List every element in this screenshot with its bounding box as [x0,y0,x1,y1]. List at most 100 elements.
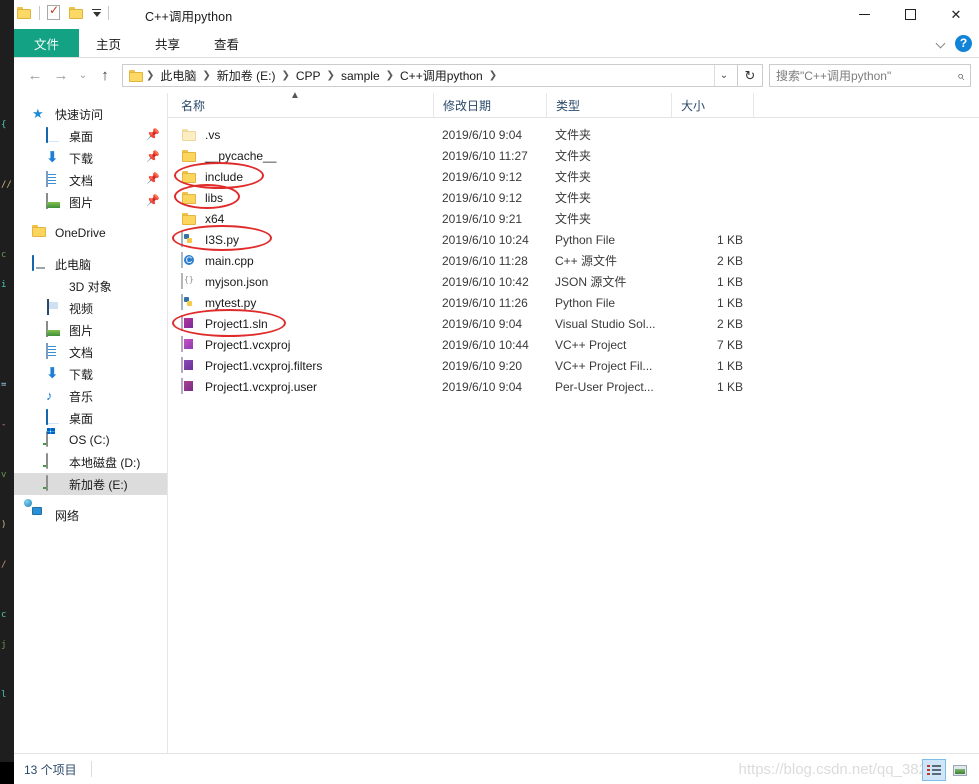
pin-icon[interactable]: 📌 [146,196,160,207]
breadcrumb-item-cpp[interactable]: CPP [292,69,325,83]
table-row[interactable]: .vs 2019/6/10 9:04 文件夹 [168,124,979,145]
large-icons-view-button[interactable] [948,759,972,781]
sidebar-item-os-c[interactable]: OS (C:) [14,429,167,451]
sidebar-item-desktop[interactable]: 桌面 📌 [14,125,167,147]
file-name: __pycache__ [205,148,277,163]
file-size: 2 KB [716,316,743,331]
properties-icon[interactable] [47,3,60,20]
search-input[interactable]: 搜索"C++调用python" [776,67,957,84]
column-header-date[interactable]: 修改日期 [433,93,546,117]
file-name: Project1.vcxproj [205,337,291,352]
sidebar-item-local-disk-d[interactable]: 本地磁盘 (D:) [14,451,167,473]
tab-share[interactable]: 共享 [138,29,197,57]
details-view-button[interactable] [922,759,946,781]
breadcrumb-item-this-pc[interactable]: 此电脑 [156,67,200,84]
new-folder-icon[interactable] [69,6,84,19]
table-row[interactable]: Project1.vcxproj.user 2019/6/10 9:04 Per… [168,376,979,397]
divider [90,761,92,777]
file-type: C++ 源文件 [555,254,618,268]
table-row[interactable]: myjson.json 2019/6/10 10:42 JSON 源文件 1 K… [168,271,979,292]
column-header-empty[interactable] [753,93,873,117]
table-row[interactable]: Project1.sln 2019/6/10 9:04 Visual Studi… [168,313,979,334]
sidebar-item-label: 网络 [55,508,80,523]
breadcrumb-item-drive-e[interactable]: 新加卷 (E:) [213,67,280,84]
help-icon[interactable]: ? [955,34,972,52]
maximize-button[interactable] [887,0,933,29]
search-box[interactable]: 搜索"C++调用python" ⌕ [769,64,971,87]
back-button[interactable]: ← [22,63,48,89]
python-file-icon [181,293,197,311]
address-dropdown-caret-icon[interactable]: ⌄ [714,65,733,86]
pin-icon[interactable]: 📌 [146,130,160,141]
pin-icon[interactable]: 📌 [146,174,160,185]
search-icon[interactable]: ⌕ [957,68,964,84]
sidebar-item-pictures-pc[interactable]: 图片 [14,319,167,341]
table-row[interactable]: libs 2019/6/10 9:12 文件夹 [168,187,979,208]
tab-view[interactable]: 查看 [197,29,256,57]
sidebar-item-new-volume-e[interactable]: 新加卷 (E:) [14,473,167,495]
file-name: .vs [205,127,221,142]
sidebar-item-onedrive[interactable]: OneDrive [14,222,167,244]
sidebar-item-quick-access[interactable]: ★ 快速访问 [14,103,167,125]
pictures-icon [46,321,62,338]
sidebar-item-music[interactable]: ♪ 音乐 [14,385,167,407]
sidebar-item-desktop-pc[interactable]: 桌面 [14,407,167,429]
folder-icon[interactable] [17,6,32,19]
breadcrumb-item-sample[interactable]: sample [337,69,384,83]
sidebar-item-3d-objects[interactable]: 3D 对象 [14,275,167,297]
column-header-size[interactable]: 大小 [671,93,753,117]
tab-home[interactable]: 主页 [79,29,138,57]
file-name: Project1.vcxproj.filters [205,358,323,373]
file-type: VC++ Project Fil... [555,358,653,373]
file-size: 7 KB [716,337,743,352]
tab-file[interactable]: 文件 [14,29,80,57]
table-row[interactable]: I3S.py 2019/6/10 10:24 Python File 1 KB [168,229,979,250]
breadcrumb-separator: ❯ [281,70,290,81]
folder-icon [181,169,197,185]
videos-icon [46,299,62,316]
sidebar-item-network[interactable]: 网络 [14,504,167,526]
folder-icon [181,148,197,164]
breadcrumb-item-current[interactable]: C++调用python [396,67,487,84]
table-row[interactable]: Project1.vcxproj.filters 2019/6/10 9:20 … [168,355,979,376]
item-count-label: 13 个项目 [24,762,77,777]
minimize-button[interactable] [841,0,887,29]
chevron-down-icon[interactable] [937,39,946,48]
file-size: 1 KB [716,295,743,310]
address-breadcrumb-bar[interactable]: ❯ 此电脑 ❯ 新加卷 (E:) ❯ CPP ❯ sample ❯ C++调用p… [122,64,738,87]
json-file-icon [181,272,197,290]
column-header-name[interactable]: 名称 [168,93,433,117]
file-date: 2019/6/10 9:04 [442,316,523,331]
sidebar-item-downloads[interactable]: ⬇ 下载 📌 [14,147,167,169]
sidebar-item-pictures[interactable]: 图片 📌 [14,191,167,213]
file-date: 2019/6/10 9:12 [442,190,523,205]
table-row[interactable]: mytest.py 2019/6/10 11:26 Python File 1 … [168,292,979,313]
customize-qat-caret-icon[interactable] [92,8,101,17]
sidebar-item-documents[interactable]: 文档 📌 [14,169,167,191]
desktop-icon [46,409,62,426]
sidebar-item-this-pc[interactable]: 此电脑 [14,253,167,275]
sidebar-item-videos[interactable]: 视频 [14,297,167,319]
breadcrumb-separator: ❯ [202,70,211,81]
close-button[interactable]: ✕ [933,0,979,29]
python-file-icon [181,230,197,248]
3d-objects-icon [46,278,62,294]
sidebar-item-documents-pc[interactable]: 文档 [14,341,167,363]
sidebar-item-label: 文档 [69,345,94,360]
table-row[interactable]: __pycache__ 2019/6/10 11:27 文件夹 [168,145,979,166]
refresh-button[interactable]: ↻ [738,64,763,87]
table-row[interactable]: include 2019/6/10 9:12 文件夹 [168,166,979,187]
column-header-label: 修改日期 [443,98,492,113]
table-row[interactable]: Project1.vcxproj 2019/6/10 10:44 VC++ Pr… [168,334,979,355]
sidebar-item-downloads-pc[interactable]: ⬇ 下载 [14,363,167,385]
forward-button[interactable]: → [48,63,74,89]
quick-access-toolbar[interactable] [17,3,111,20]
pin-icon[interactable]: 📌 [146,152,160,163]
file-size: 1 KB [716,379,743,394]
table-row[interactable]: x64 2019/6/10 9:21 文件夹 [168,208,979,229]
column-header-type[interactable]: 类型 [546,93,671,117]
up-button[interactable]: ↑ [92,63,118,89]
drive-icon [46,453,62,470]
table-row[interactable]: main.cpp 2019/6/10 11:28 C++ 源文件 2 KB [168,250,979,271]
recent-locations-button[interactable]: ⌄ [74,63,92,89]
